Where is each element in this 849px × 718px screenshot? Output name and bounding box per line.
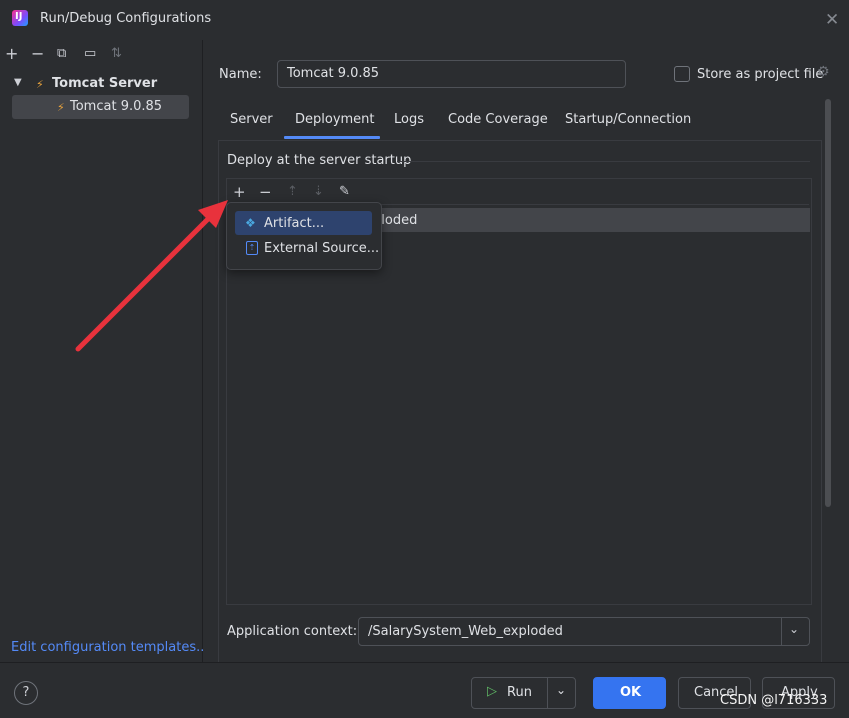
active-tab-indicator <box>284 136 380 139</box>
run-split-divider <box>547 678 548 708</box>
chevron-down-icon[interactable]: ▼ <box>14 77 22 88</box>
store-as-project-label[interactable]: Store as project file <box>697 67 823 82</box>
app-context-combobox[interactable]: /SalarySystem_Web_exploded ⌄ <box>358 617 810 646</box>
tab-deployment[interactable]: Deployment <box>295 112 375 127</box>
gear-icon[interactable]: ⚙ <box>817 64 830 80</box>
tree-item-tomcat-9[interactable]: Tomcat 9.0.85 <box>70 99 162 114</box>
tomcat-server-icon: ⚡ <box>36 78 44 91</box>
app-context-label: Application context: <box>227 624 358 639</box>
name-field[interactable]: Tomcat 9.0.85 <box>277 60 626 88</box>
copy-icon[interactable]: ⧉ <box>57 46 66 61</box>
section-divider <box>397 161 810 162</box>
tab-server[interactable]: Server <box>230 112 273 127</box>
intellij-app-icon: IJ <box>12 10 28 26</box>
tab-logs[interactable]: Logs <box>394 112 424 127</box>
name-label: Name: <box>219 67 262 82</box>
scrollbar[interactable] <box>825 99 831 507</box>
chevron-down-icon[interactable]: ⌄ <box>556 683 566 697</box>
add-icon[interactable]: + <box>5 44 18 63</box>
run-button[interactable]: ▷ Run ⌄ <box>471 677 576 709</box>
move-up-icon[interactable]: ⇡ <box>287 184 298 199</box>
deploy-section-label: Deploy at the server startup <box>227 153 412 168</box>
chevron-down-icon[interactable]: ⌄ <box>789 622 799 636</box>
help-icon[interactable]: ? <box>14 681 38 705</box>
combobox-divider <box>781 618 782 645</box>
tab-startup-connection[interactable]: Startup/Connection <box>565 112 691 127</box>
popup-item-external-source[interactable]: External Source... <box>264 241 379 256</box>
name-value: Tomcat 9.0.85 <box>287 66 380 81</box>
close-icon[interactable]: ✕ <box>825 10 839 30</box>
remove-icon[interactable]: − <box>31 44 44 63</box>
sort-icon[interactable]: ⇅ <box>111 46 122 61</box>
watermark: CSDN @l716333 <box>720 693 828 708</box>
move-down-icon[interactable]: ⇣ <box>313 184 324 199</box>
remove-icon[interactable]: − <box>259 183 272 201</box>
edit-pencil-icon[interactable]: ✎ <box>339 184 350 199</box>
play-icon: ▷ <box>487 684 497 699</box>
popup-item-artifact-label[interactable]: Artifact... <box>264 216 324 231</box>
configurations-sidebar <box>0 40 203 662</box>
store-as-project-checkbox[interactable] <box>674 66 690 82</box>
ok-button[interactable]: OK <box>593 677 666 709</box>
edit-templates-link[interactable]: Edit configuration templates... <box>11 640 209 655</box>
run-label: Run <box>507 685 532 700</box>
window-title: Run/Debug Configurations <box>40 11 212 26</box>
artifact-icon: ❖ <box>245 216 256 230</box>
app-context-value: /SalarySystem_Web_exploded <box>368 624 563 639</box>
add-icon[interactable]: + <box>233 183 246 201</box>
ok-label: OK <box>620 685 642 700</box>
tab-code-coverage[interactable]: Code Coverage <box>448 112 548 127</box>
tree-group-tomcat-server[interactable]: Tomcat Server <box>52 76 157 91</box>
external-source-icon: ⇡ <box>246 241 258 255</box>
tomcat-config-icon: ⚡ <box>57 101 65 114</box>
folder-icon[interactable]: ▭ <box>84 46 96 61</box>
